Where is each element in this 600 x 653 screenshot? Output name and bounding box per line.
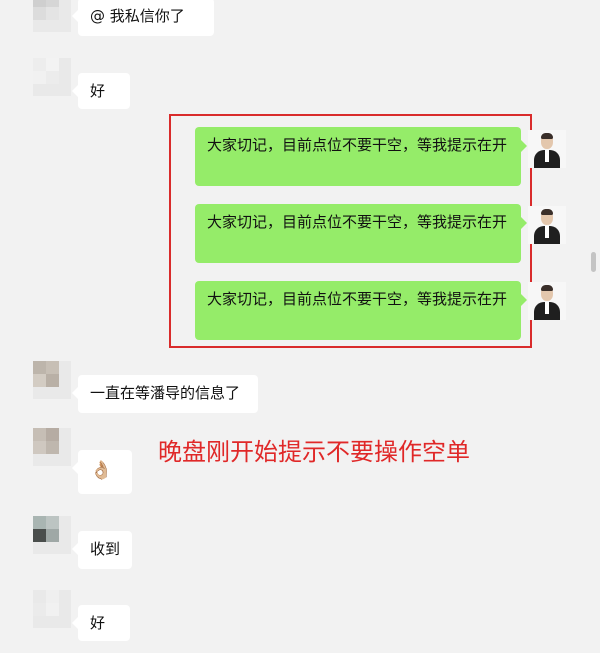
avatar[interactable] (33, 0, 71, 32)
message-bubble[interactable]: 一直在等潘导的信息了 (72, 375, 258, 413)
message-bubble[interactable]: @ 我私信你了 (72, 0, 214, 36)
message-bubble-sent[interactable]: 大家切记，目前点位不要干空，等我提示在开 (195, 127, 527, 186)
avatar[interactable] (33, 590, 71, 628)
avatar[interactable] (33, 516, 71, 554)
avatar[interactable] (33, 428, 71, 466)
ok-hand-icon: 👌🏼 (90, 460, 113, 481)
message-bubble-sent[interactable]: 大家切记，目前点位不要干空，等我提示在开 (195, 204, 527, 263)
message-bubble[interactable]: 👌🏼 (72, 450, 132, 494)
message-bubble-sent[interactable]: 大家切记，目前点位不要干空，等我提示在开 (195, 281, 527, 340)
avatar[interactable] (33, 361, 71, 399)
avatar[interactable] (33, 58, 71, 96)
self-avatar[interactable] (528, 282, 566, 320)
self-avatar[interactable] (528, 206, 566, 244)
scrollbar-thumb[interactable] (591, 252, 596, 272)
annotation-text: 晚盘刚开始提示不要操作空单 (158, 438, 470, 466)
message-bubble[interactable]: 收到 (72, 531, 132, 569)
message-bubble[interactable]: 好 (72, 73, 130, 109)
message-bubble[interactable]: 好 (72, 605, 130, 641)
self-avatar[interactable] (528, 130, 566, 168)
chat-window: @ 我私信你了 好 大家切记，目前点位不要干空，等我提示在开 大家切记，目前点位… (0, 0, 600, 653)
